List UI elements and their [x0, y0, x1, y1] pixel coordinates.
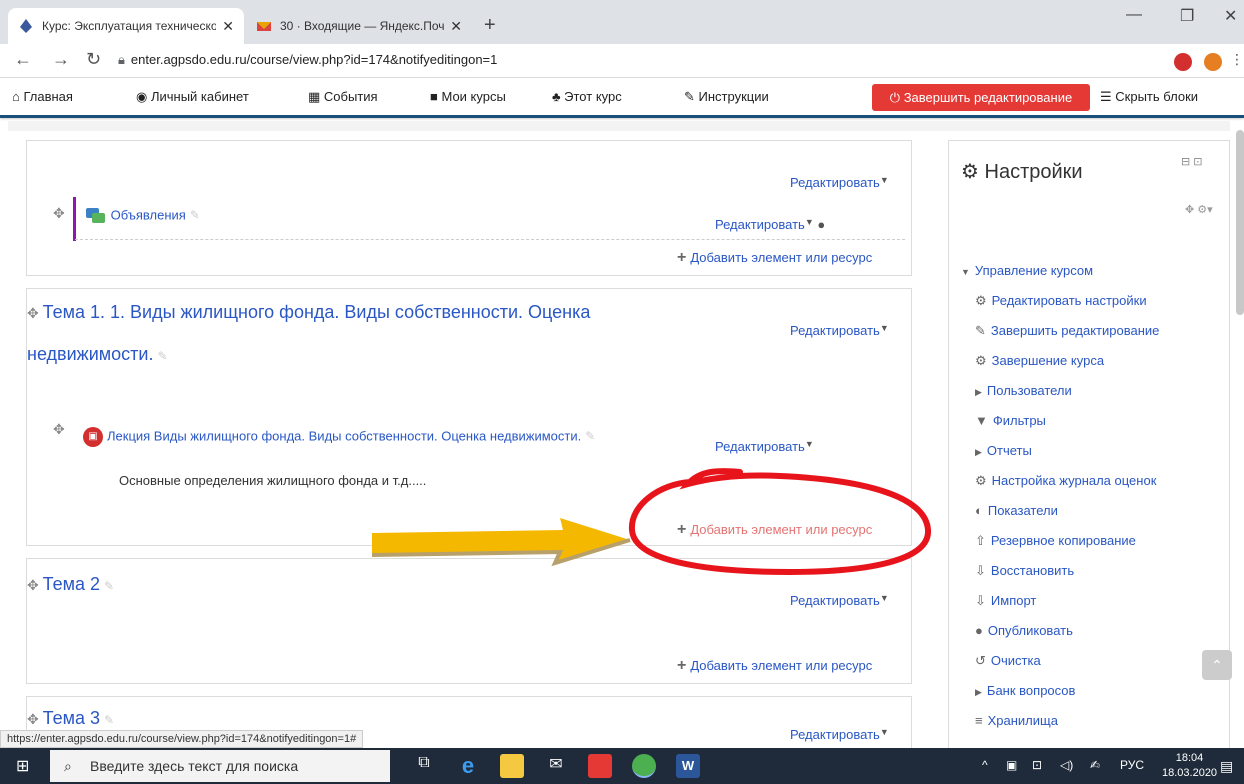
taskbar-search[interactable]: ⌕ Введите здесь текст для поиска: [50, 750, 390, 782]
kaspersky-icon[interactable]: [588, 754, 612, 778]
red-circle-annotation: [628, 468, 931, 576]
settings-item[interactable]: ▼ Фильтры: [975, 413, 1046, 428]
settings-item[interactable]: ↺ Очистка: [975, 653, 1041, 669]
pencil-icon: ✎: [975, 323, 986, 338]
settings-item[interactable]: ⇩ Импорт: [975, 593, 1036, 609]
settings-item[interactable]: ✎ Завершить редактирование: [975, 323, 1159, 339]
gear-icon: ⚙: [975, 353, 987, 368]
page-scrollbar[interactable]: [1236, 130, 1244, 315]
reset-icon: ↺: [975, 653, 986, 668]
expand-icon: ▶: [975, 387, 982, 397]
mail-icon[interactable]: ✉: [544, 754, 568, 778]
pen-icon[interactable]: ✍: [1090, 758, 1100, 772]
settings-item[interactable]: ⇧ Резервное копирование: [975, 533, 1136, 549]
settings-item[interactable]: ⚙ Завершение курса: [975, 353, 1104, 369]
settings-item[interactable]: ⚙ Редактировать настройки: [975, 293, 1147, 309]
settings-item[interactable]: ▶ Банк вопросов: [975, 683, 1075, 698]
database-icon: ≡: [975, 713, 983, 728]
taskbar-clock[interactable]: 18:04 18.03.2020: [1162, 751, 1217, 781]
settings-item[interactable]: ● Опубликовать: [975, 623, 1073, 638]
notifications-icon[interactable]: ▤: [1220, 758, 1233, 775]
windows-start-icon[interactable]: ⊞: [16, 756, 29, 776]
settings-item[interactable]: ≡ Хранилища: [975, 713, 1058, 728]
task-view-icon[interactable]: ⧉: [412, 754, 436, 778]
settings-item[interactable]: ▶ Отчеты: [975, 443, 1032, 458]
settings-course-admin[interactable]: ▼ Управление курсом: [961, 263, 1093, 278]
gear-icon: ⚙: [975, 473, 987, 488]
dock-icon[interactable]: ⊟ ⊡: [1181, 155, 1203, 168]
badge-icon: ◐: [975, 503, 983, 518]
edge-icon[interactable]: e: [456, 754, 480, 778]
block-actions-icon[interactable]: ✥ ⚙▾: [1185, 203, 1213, 216]
settings-block: ⚙ Настройки ⊟ ⊡ ✥ ⚙▾ ▼ Управление курсом …: [948, 140, 1230, 750]
gears-icon: ⚙: [961, 161, 985, 183]
chrome-icon[interactable]: [632, 754, 656, 778]
settings-item[interactable]: ⚙ Настройка журнала оценок: [975, 473, 1156, 489]
expand-icon: ▶: [975, 687, 982, 697]
network-icon[interactable]: ⊡: [1032, 758, 1042, 772]
windows-taskbar: ⊞ ⌕ Введите здесь текст для поиска ⧉ e ✉…: [0, 748, 1244, 784]
download-icon: ⇩: [975, 593, 986, 608]
language-indicator[interactable]: РУС: [1120, 758, 1144, 772]
yellow-arrow: [371, 518, 631, 567]
tray-app-icon[interactable]: ▣: [1006, 758, 1017, 772]
file-explorer-icon[interactable]: [500, 754, 524, 778]
upload-icon: ⇧: [975, 533, 986, 548]
settings-item[interactable]: ◐ Показатели: [975, 503, 1058, 518]
scroll-to-top-button[interactable]: ⌃: [1202, 650, 1232, 680]
tray-chevron-icon[interactable]: ^: [982, 758, 988, 772]
search-icon: ⌕: [64, 758, 72, 774]
download-icon: ⇩: [975, 563, 986, 578]
word-icon[interactable]: W: [676, 754, 700, 778]
gear-icon: ⚙: [975, 293, 987, 308]
expand-icon: ▶: [975, 447, 982, 457]
status-bar-url: https://enter.agpsdo.edu.ru/course/view.…: [0, 730, 364, 748]
settings-item[interactable]: ▶ Пользователи: [975, 383, 1072, 398]
volume-icon[interactable]: ◁): [1060, 758, 1073, 772]
globe-icon: ●: [975, 623, 983, 638]
filter-icon: ▼: [975, 413, 988, 428]
settings-item[interactable]: ⇩ Восстановить: [975, 563, 1074, 579]
settings-title: ⚙ Настройки: [961, 161, 1083, 183]
